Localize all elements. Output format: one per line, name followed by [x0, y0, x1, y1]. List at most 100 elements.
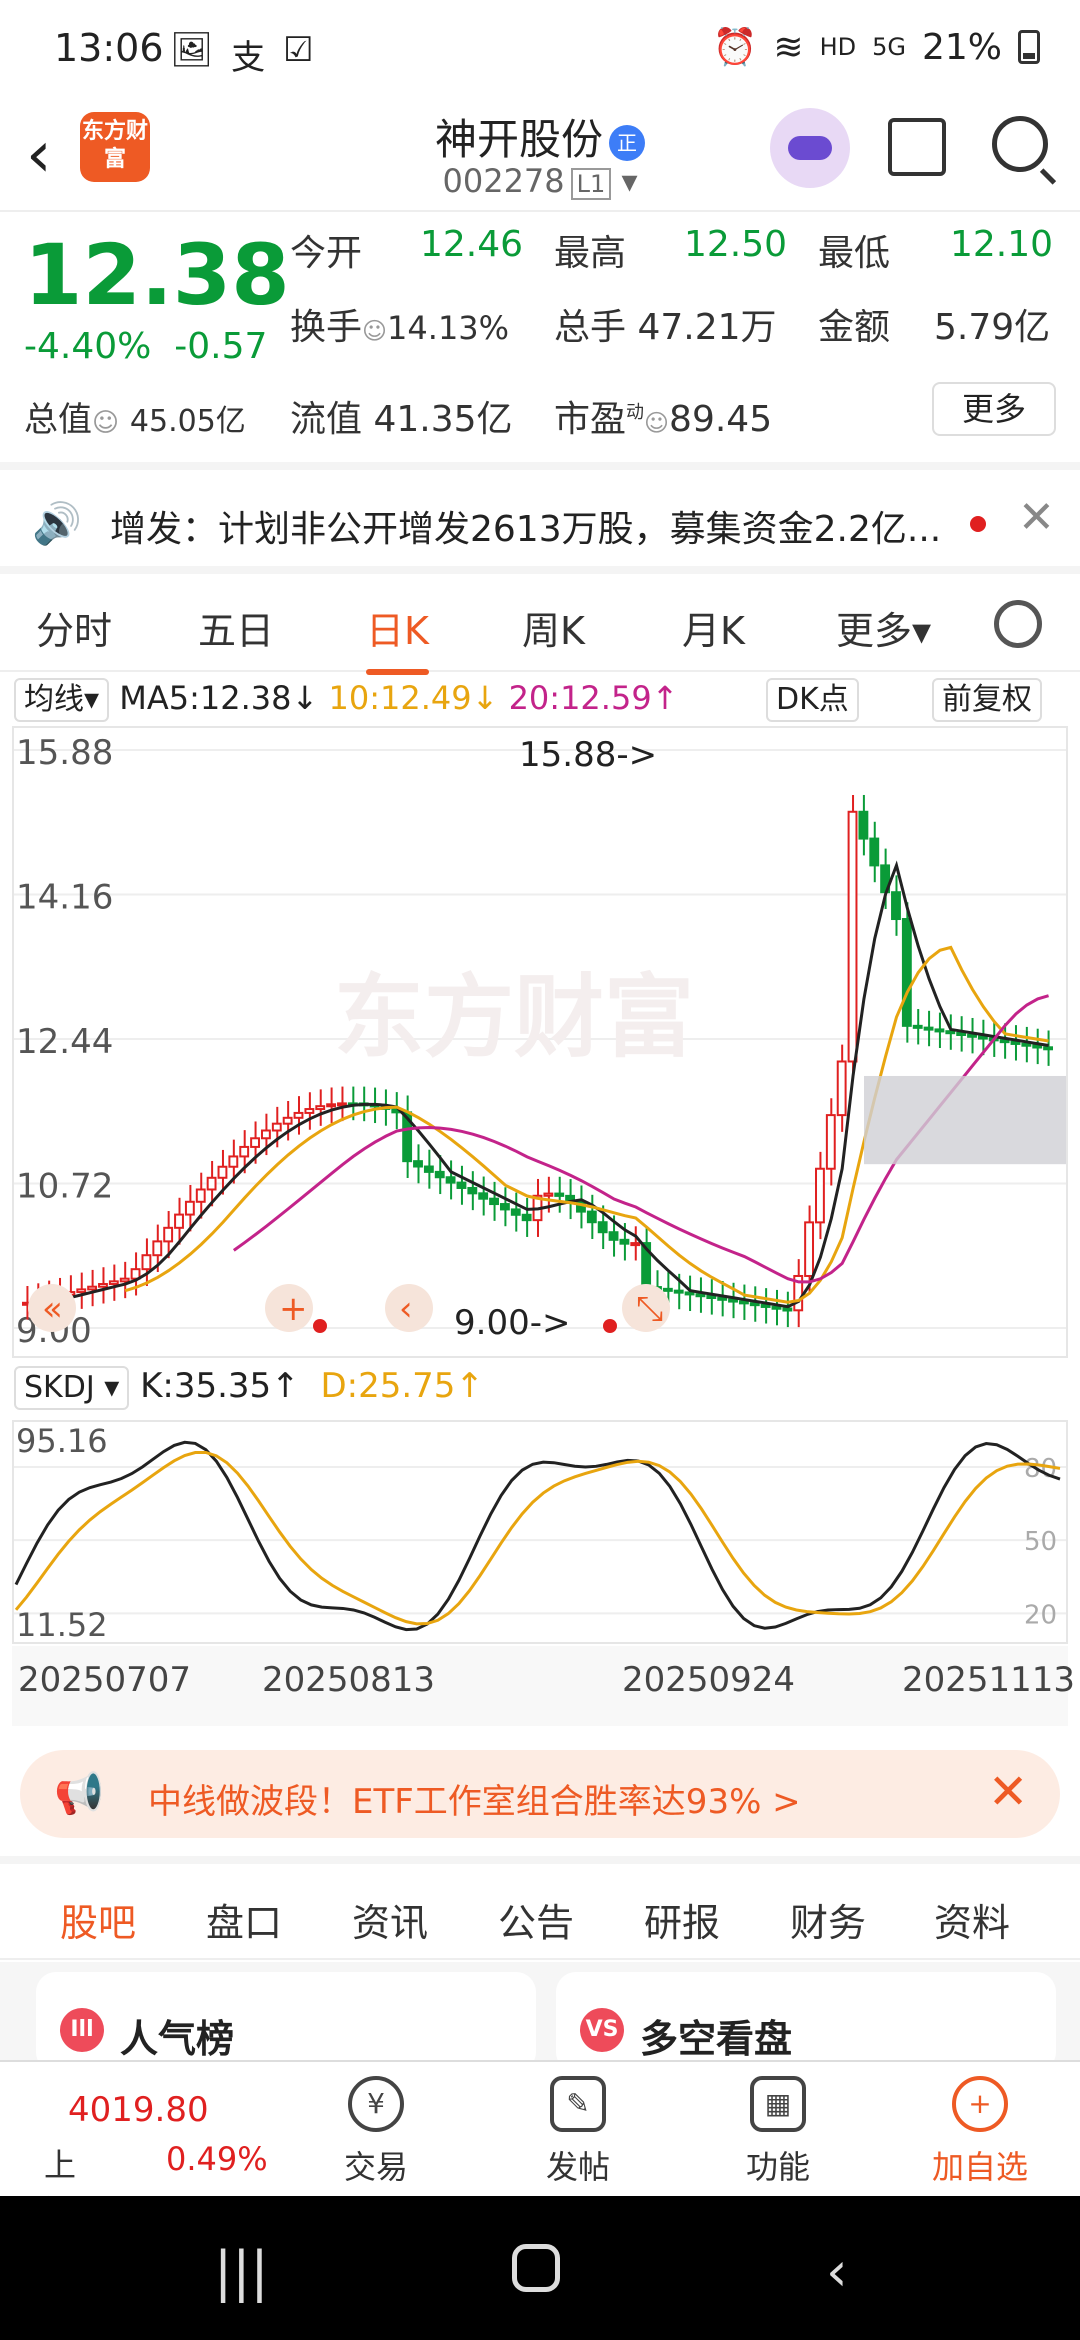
date-tick: 20251113 [902, 1660, 1076, 1700]
kline-chart[interactable]: 15.8814.1612.4410.729.00东方财富15.88->9.00-… [12, 726, 1068, 1358]
candle-body [608, 1231, 619, 1241]
tab-research[interactable]: 研报 [644, 1892, 720, 1947]
candle-body [684, 1291, 695, 1296]
open-value: 12.46 [420, 224, 524, 265]
tab-announcements[interactable]: 公告 [498, 1892, 574, 1947]
search-icon[interactable] [992, 116, 1048, 172]
speaker-icon: 🔊 [32, 501, 82, 547]
stock-header: ‹ 东方财富 神开股份正 002278 L1 ▾ [0, 100, 1080, 212]
bull-bear-card[interactable]: VS 多空看盘 [556, 1972, 1056, 2072]
tab-forum[interactable]: 股吧 [60, 1892, 137, 1969]
promo-banner[interactable]: 📢 中线做波段！ETF工作室组合胜率达93% > ✕ [20, 1750, 1060, 1838]
candle-body [174, 1213, 184, 1229]
tab-monthly-k[interactable]: 月K [682, 600, 745, 655]
candle-body [1032, 1044, 1043, 1049]
turnover: 换手☺14.13% [290, 298, 509, 350]
candle-body [956, 1031, 967, 1036]
change-percent: -4.40% [24, 326, 152, 367]
date-axis: 20250707 20250813 20250924 20251113 [12, 1646, 1075, 1726]
more-button[interactable]: 更多 [932, 382, 1056, 436]
candle-body [87, 1285, 98, 1291]
kdj-grid-label: 80 [1024, 1454, 1057, 1484]
dk-zone [864, 1075, 1066, 1165]
back-icon[interactable]: ‹ [826, 2240, 848, 2303]
candle-body [326, 1103, 337, 1108]
status-time: 13:06 [54, 26, 164, 70]
candle-body [413, 1160, 423, 1168]
quote-panel: 12.38 -4.40% -0.57 总值☺ 45.05亿 今开 12.46 最… [0, 214, 1080, 454]
high-value: 12.50 [684, 224, 788, 265]
candle-body [901, 918, 912, 1027]
tab-daily-k[interactable]: 日K [366, 600, 429, 675]
gear-icon[interactable] [994, 600, 1042, 648]
candle-body [184, 1200, 195, 1216]
candle-body [543, 1192, 554, 1197]
kdj-chart[interactable]: 80 50 20 95.16 11.52 [12, 1420, 1068, 1644]
d-line [14, 1450, 1061, 1626]
candle-body [239, 1145, 250, 1158]
indicator-select[interactable]: SKDJ ▾ [14, 1366, 130, 1410]
candle-body [195, 1188, 206, 1203]
change-amount: -0.57 [174, 326, 268, 367]
candle-body [782, 1307, 793, 1312]
tab-intraday[interactable]: 分时 [36, 600, 112, 655]
tab-five-day[interactable]: 五日 [198, 600, 274, 655]
candle-body [586, 1210, 597, 1224]
grid-icon: ▦ [750, 2076, 806, 2132]
last-price: 12.38 [24, 226, 290, 324]
candle-body [847, 810, 858, 1063]
candle-body [206, 1176, 217, 1191]
total-value: 总值☺ 45.05亿 [24, 392, 246, 441]
candle-body [228, 1155, 239, 1168]
candle-body [738, 1300, 749, 1305]
candle-body [554, 1192, 565, 1197]
candle-body [934, 1028, 945, 1033]
candle-body [619, 1238, 630, 1245]
candle-body [695, 1293, 706, 1298]
kdj-bottom-label: 11.52 [16, 1606, 108, 1642]
candle-body [825, 1114, 836, 1170]
ma5-label: MA5:12.38↓ [119, 679, 319, 717]
trade-button[interactable]: ¥ 交易 [306, 2076, 446, 2188]
close-icon[interactable]: ✕ [1018, 492, 1055, 543]
adjust-button[interactable]: 前复权 [932, 678, 1042, 722]
dk-button[interactable]: DK点 [766, 678, 859, 722]
assistant-avatar-icon[interactable] [770, 108, 850, 188]
add-watchlist-button[interactable]: + 加自选 [910, 2076, 1050, 2188]
nav-label: 加自选 [931, 2148, 1028, 2186]
amount-label: 金额 [818, 307, 891, 348]
popularity-card[interactable]: Ill 人气榜 [36, 1972, 536, 2072]
functions-button[interactable]: ▦ 功能 [708, 2076, 848, 2188]
home-icon[interactable] [512, 2244, 560, 2292]
event-dot [313, 1319, 327, 1333]
post-button[interactable]: ✎ 发帖 [508, 2076, 648, 2188]
promo-text: 中线做波段！ETF工作室组合胜率达93% > [148, 1782, 801, 1822]
d-label: D:25.75↑ [320, 1366, 484, 1406]
k-label: K:35.35↑ [140, 1366, 300, 1406]
tab-finance[interactable]: 财务 [790, 1892, 866, 1947]
tab-weekly-k[interactable]: 周K [522, 600, 585, 655]
tab-profile[interactable]: 资料 [934, 1892, 1010, 1947]
tab-news[interactable]: 资讯 [352, 1892, 428, 1947]
total-label: 总值 [24, 400, 92, 440]
candle-body [423, 1165, 434, 1173]
notice-bar[interactable]: 🔊 增发：计划非公开增发2613万股，募集资金2.2亿... ✕ [0, 462, 1080, 566]
ma-select[interactable]: 均线▾ [14, 678, 110, 722]
volume-value: 47.21万 [637, 307, 777, 348]
open-cell: 今开 [290, 224, 362, 276]
stock-name: 神开股份 [434, 115, 603, 164]
tab-more[interactable]: 更多▾ [836, 600, 931, 655]
candle-body [891, 891, 901, 921]
candle-body [1010, 1040, 1021, 1045]
pe: 市盈动☺89.45 [554, 390, 772, 442]
share-icon[interactable] [888, 118, 946, 176]
candle-body [98, 1283, 108, 1288]
low-label: 最低 [818, 233, 891, 274]
date-tick: 20250707 [18, 1660, 192, 1700]
candle-body [673, 1289, 684, 1294]
candle-body [999, 1039, 1010, 1044]
close-icon[interactable]: ✕ [988, 1764, 1028, 1820]
candle-body [271, 1122, 282, 1132]
recent-apps-icon[interactable]: ||| [214, 2240, 269, 2303]
tab-orderbook[interactable]: 盘口 [206, 1892, 282, 1947]
